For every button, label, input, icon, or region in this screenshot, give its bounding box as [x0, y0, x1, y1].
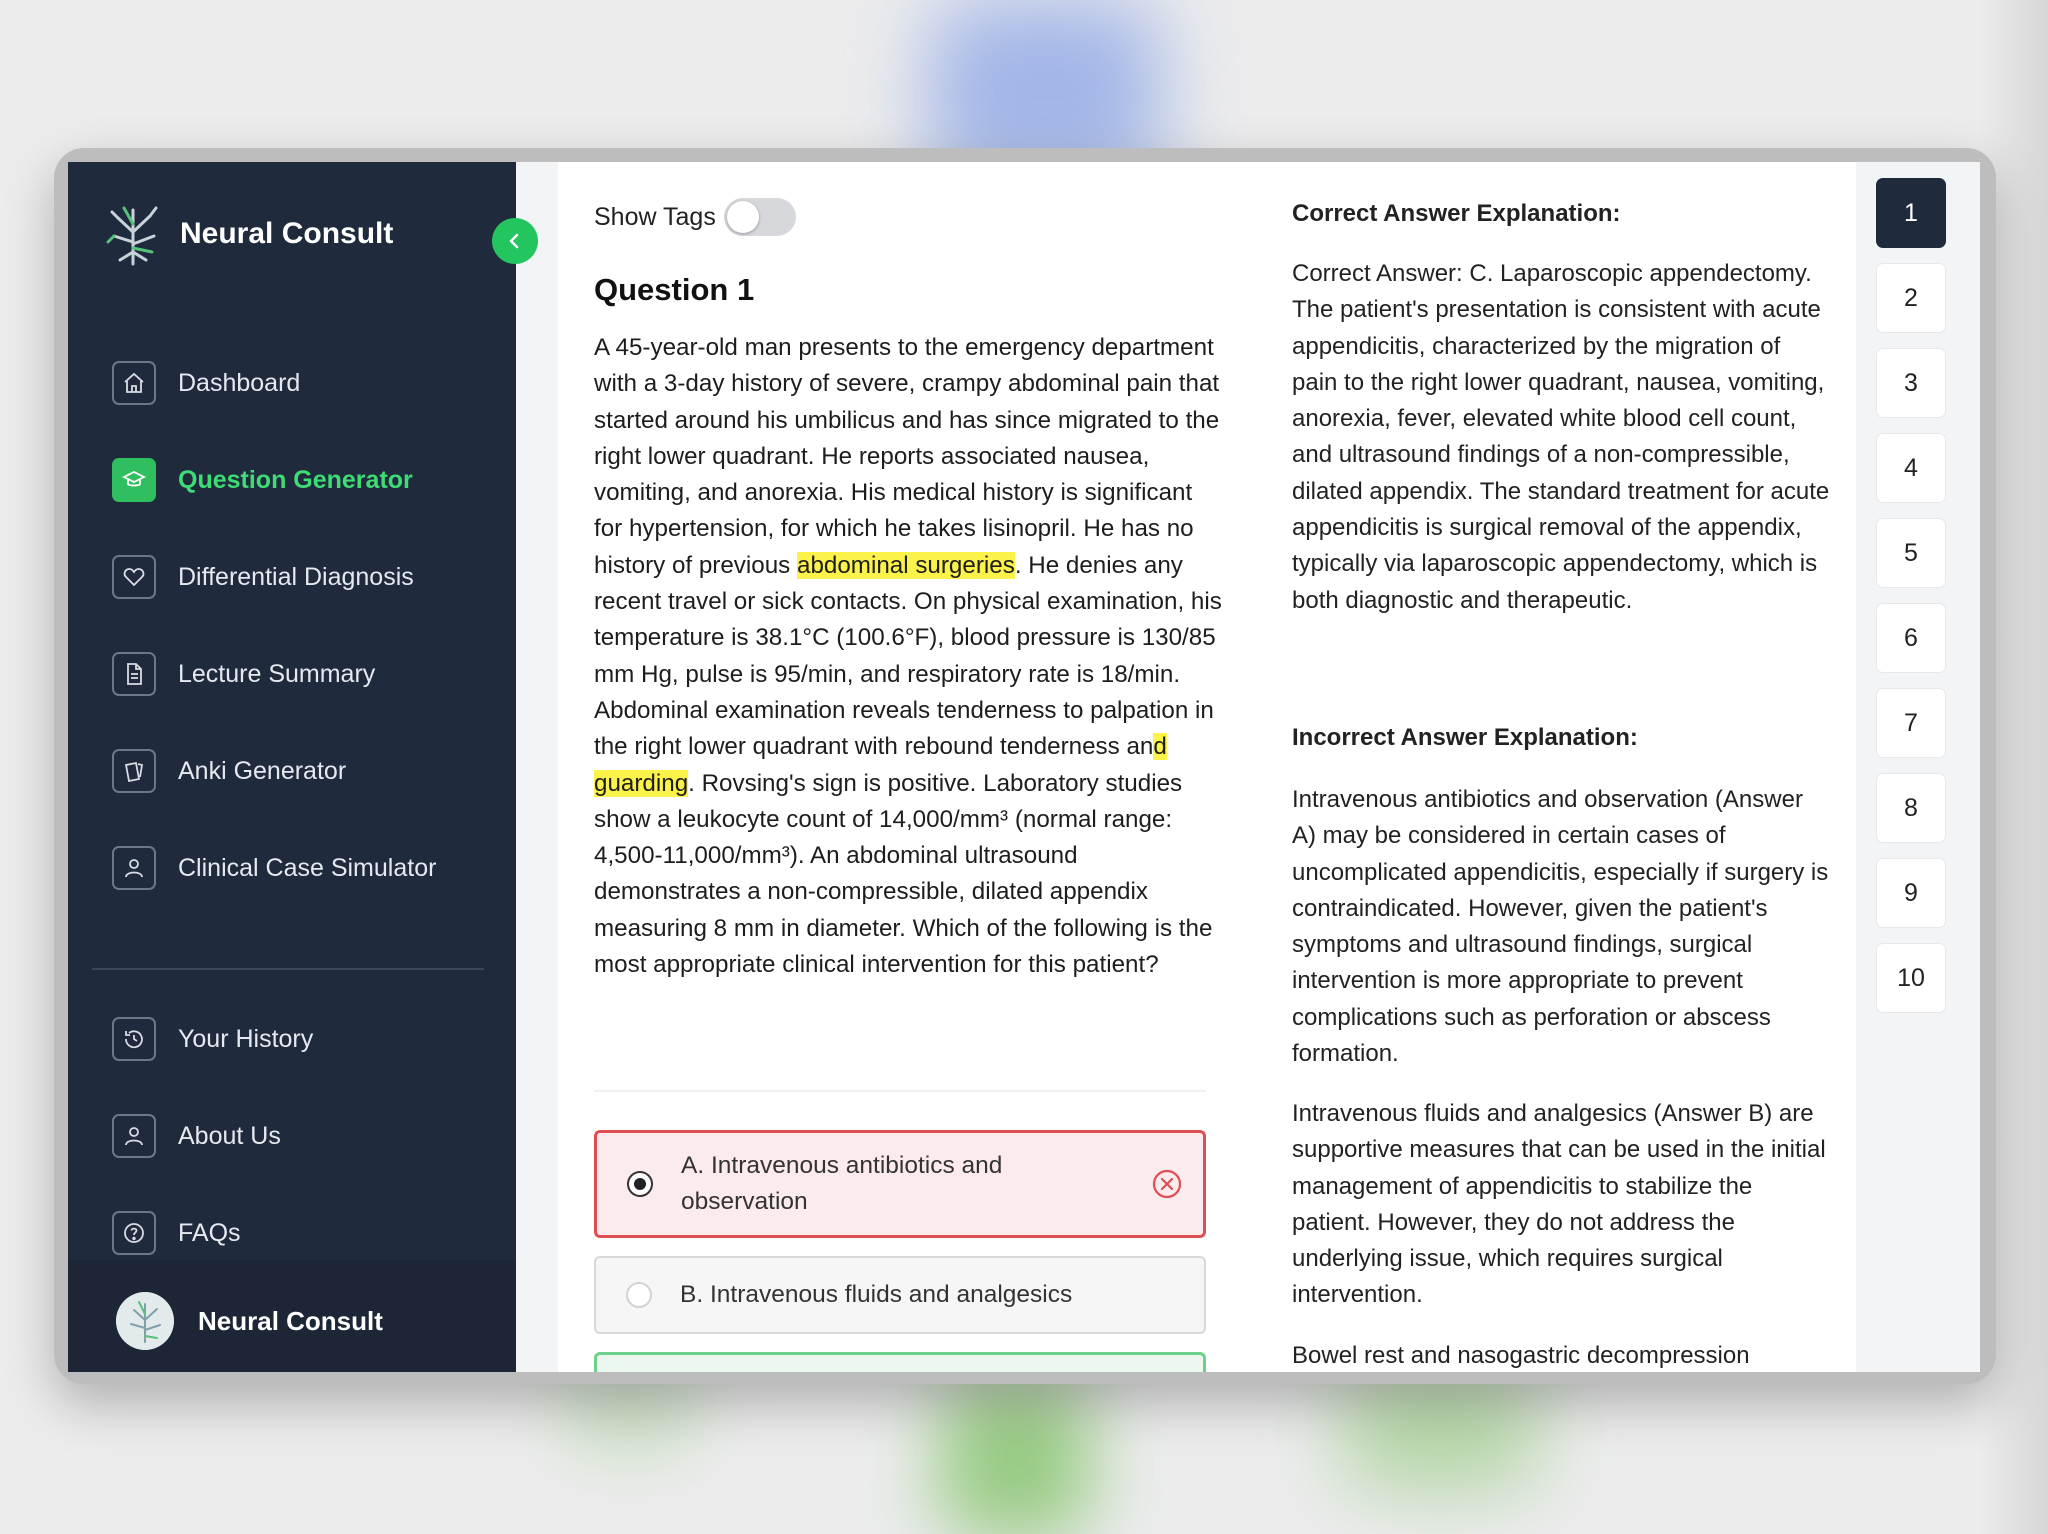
question-number-button[interactable]: 5	[1876, 518, 1946, 588]
question-number-button[interactable]: 9	[1876, 858, 1946, 928]
divider	[594, 1090, 1206, 1092]
highlighted-tag[interactable]: abdominal surgeries	[797, 551, 1015, 579]
sidebar-item-label: Clinical Case Simulator	[178, 853, 437, 882]
question-text: . Rovsing's sign is positive. Laboratory…	[594, 769, 1213, 979]
sidebar-item-lecture-summary[interactable]: Lecture Summary	[112, 649, 492, 699]
home-icon	[112, 361, 156, 405]
sidebar: Neural Consult Dashboard Question Genera…	[68, 162, 516, 1372]
sidebar-item-clinical-case-simulator[interactable]: Clinical Case Simulator	[112, 843, 492, 893]
question-circle-icon	[112, 1211, 156, 1255]
question-title: Question 1	[594, 272, 755, 307]
question-text: A 45-year-old man presents to the emerge…	[594, 334, 1220, 579]
answer-option-c[interactable]	[594, 1352, 1206, 1372]
question-number-button[interactable]: 7	[1876, 688, 1946, 758]
sidebar-item-label: Anki Generator	[178, 756, 347, 785]
background-glow	[940, 1380, 1090, 1534]
answer-option-label: A. Intravenous antibiotics and observati…	[681, 1152, 1003, 1215]
show-tags-label: Show Tags	[594, 202, 716, 231]
incorrect-explanation-a: Intravenous antibiotics and observation …	[1292, 786, 1829, 1068]
brand[interactable]: Neural Consult	[106, 202, 393, 266]
chevron-left-icon	[509, 233, 519, 249]
sidebar-item-about-us[interactable]: About Us	[112, 1111, 492, 1161]
sidebar-item-label: Question Generator	[178, 465, 413, 494]
sidebar-item-your-history[interactable]: Your History	[112, 1014, 492, 1064]
sidebar-item-label: About Us	[178, 1121, 281, 1150]
app-window: Neural Consult Dashboard Question Genera…	[68, 162, 1980, 1372]
users-icon	[112, 1114, 156, 1158]
answer-option-label: B. Intravenous fluids and analgesics	[680, 1281, 1073, 1308]
radio-unselected[interactable]	[626, 1282, 652, 1308]
sidebar-divider	[92, 968, 484, 970]
history-icon	[112, 1017, 156, 1061]
question-number-button[interactable]: 6	[1876, 603, 1946, 673]
sidebar-item-label: Dashboard	[178, 368, 301, 397]
sidebar-item-label: Differential Diagnosis	[178, 562, 414, 591]
correct-explanation-text: Correct Answer: C. Laparoscopic appendec…	[1292, 260, 1830, 614]
question-number-button[interactable]: 4	[1876, 433, 1946, 503]
app-title: Neural Consult	[180, 217, 394, 250]
user-case-icon	[112, 846, 156, 890]
question-stem: A 45-year-old man presents to the emerge…	[594, 330, 1222, 983]
question-number-button[interactable]: 3	[1876, 348, 1946, 418]
sidebar-item-faqs[interactable]: FAQs	[112, 1208, 492, 1258]
sidebar-item-label: Lecture Summary	[178, 659, 376, 688]
question-number-button[interactable]: 1	[1876, 178, 1946, 248]
collapse-sidebar-button[interactable]	[492, 218, 538, 264]
graduation-cap-icon	[112, 458, 156, 502]
question-number-button[interactable]: 10	[1876, 943, 1946, 1013]
question-number-button[interactable]: 2	[1876, 263, 1946, 333]
answer-option-a[interactable]: A. Intravenous antibiotics and observati…	[594, 1130, 1206, 1238]
toggle-knob	[726, 201, 759, 233]
sidebar-item-question-generator[interactable]: Question Generator	[112, 455, 492, 505]
show-tags-control: Show Tags	[594, 198, 796, 236]
incorrect-explanation-b: Intravenous fluids and analgesics (Answe…	[1292, 1100, 1826, 1309]
sidebar-item-differential-diagnosis[interactable]: Differential Diagnosis	[112, 552, 492, 602]
question-text: . He denies any recent travel or sick co…	[594, 551, 1222, 761]
sidebar-item-label: Your History	[178, 1024, 314, 1053]
background-glow	[1340, 1370, 1540, 1490]
explanation-panel: Correct Answer Explanation: Correct Answ…	[1292, 162, 1832, 1372]
question-panel: Show Tags Question 1 A 45-year-old man p…	[594, 162, 1234, 1372]
neural-logo-icon	[106, 206, 158, 266]
incorrect-x-icon	[1152, 1169, 1182, 1199]
question-navigator: 1 2 3 4 5 6 7 8 9 10	[1856, 162, 1980, 1372]
radio-selected[interactable]	[627, 1171, 653, 1197]
document-icon	[112, 652, 156, 696]
content-gutter	[516, 162, 558, 1372]
correct-explanation-heading: Correct Answer Explanation:	[1292, 200, 1621, 227]
footer-account-name: Neural Consult	[198, 1306, 383, 1336]
heart-icon	[112, 555, 156, 599]
avatar[interactable]	[116, 1292, 174, 1350]
sidebar-item-dashboard[interactable]: Dashboard	[112, 358, 492, 408]
question-number-button[interactable]: 8	[1876, 773, 1946, 843]
answer-option-b[interactable]: B. Intravenous fluids and analgesics	[594, 1256, 1206, 1334]
incorrect-explanation-c: Bowel rest and nasogastric decompression	[1292, 1342, 1750, 1369]
incorrect-explanation-heading: Incorrect Answer Explanation:	[1292, 724, 1638, 751]
sidebar-item-label: FAQs	[178, 1218, 241, 1247]
show-tags-toggle[interactable]	[723, 198, 796, 236]
sidebar-item-anki-generator[interactable]: Anki Generator	[112, 746, 492, 796]
cards-icon	[112, 749, 156, 793]
